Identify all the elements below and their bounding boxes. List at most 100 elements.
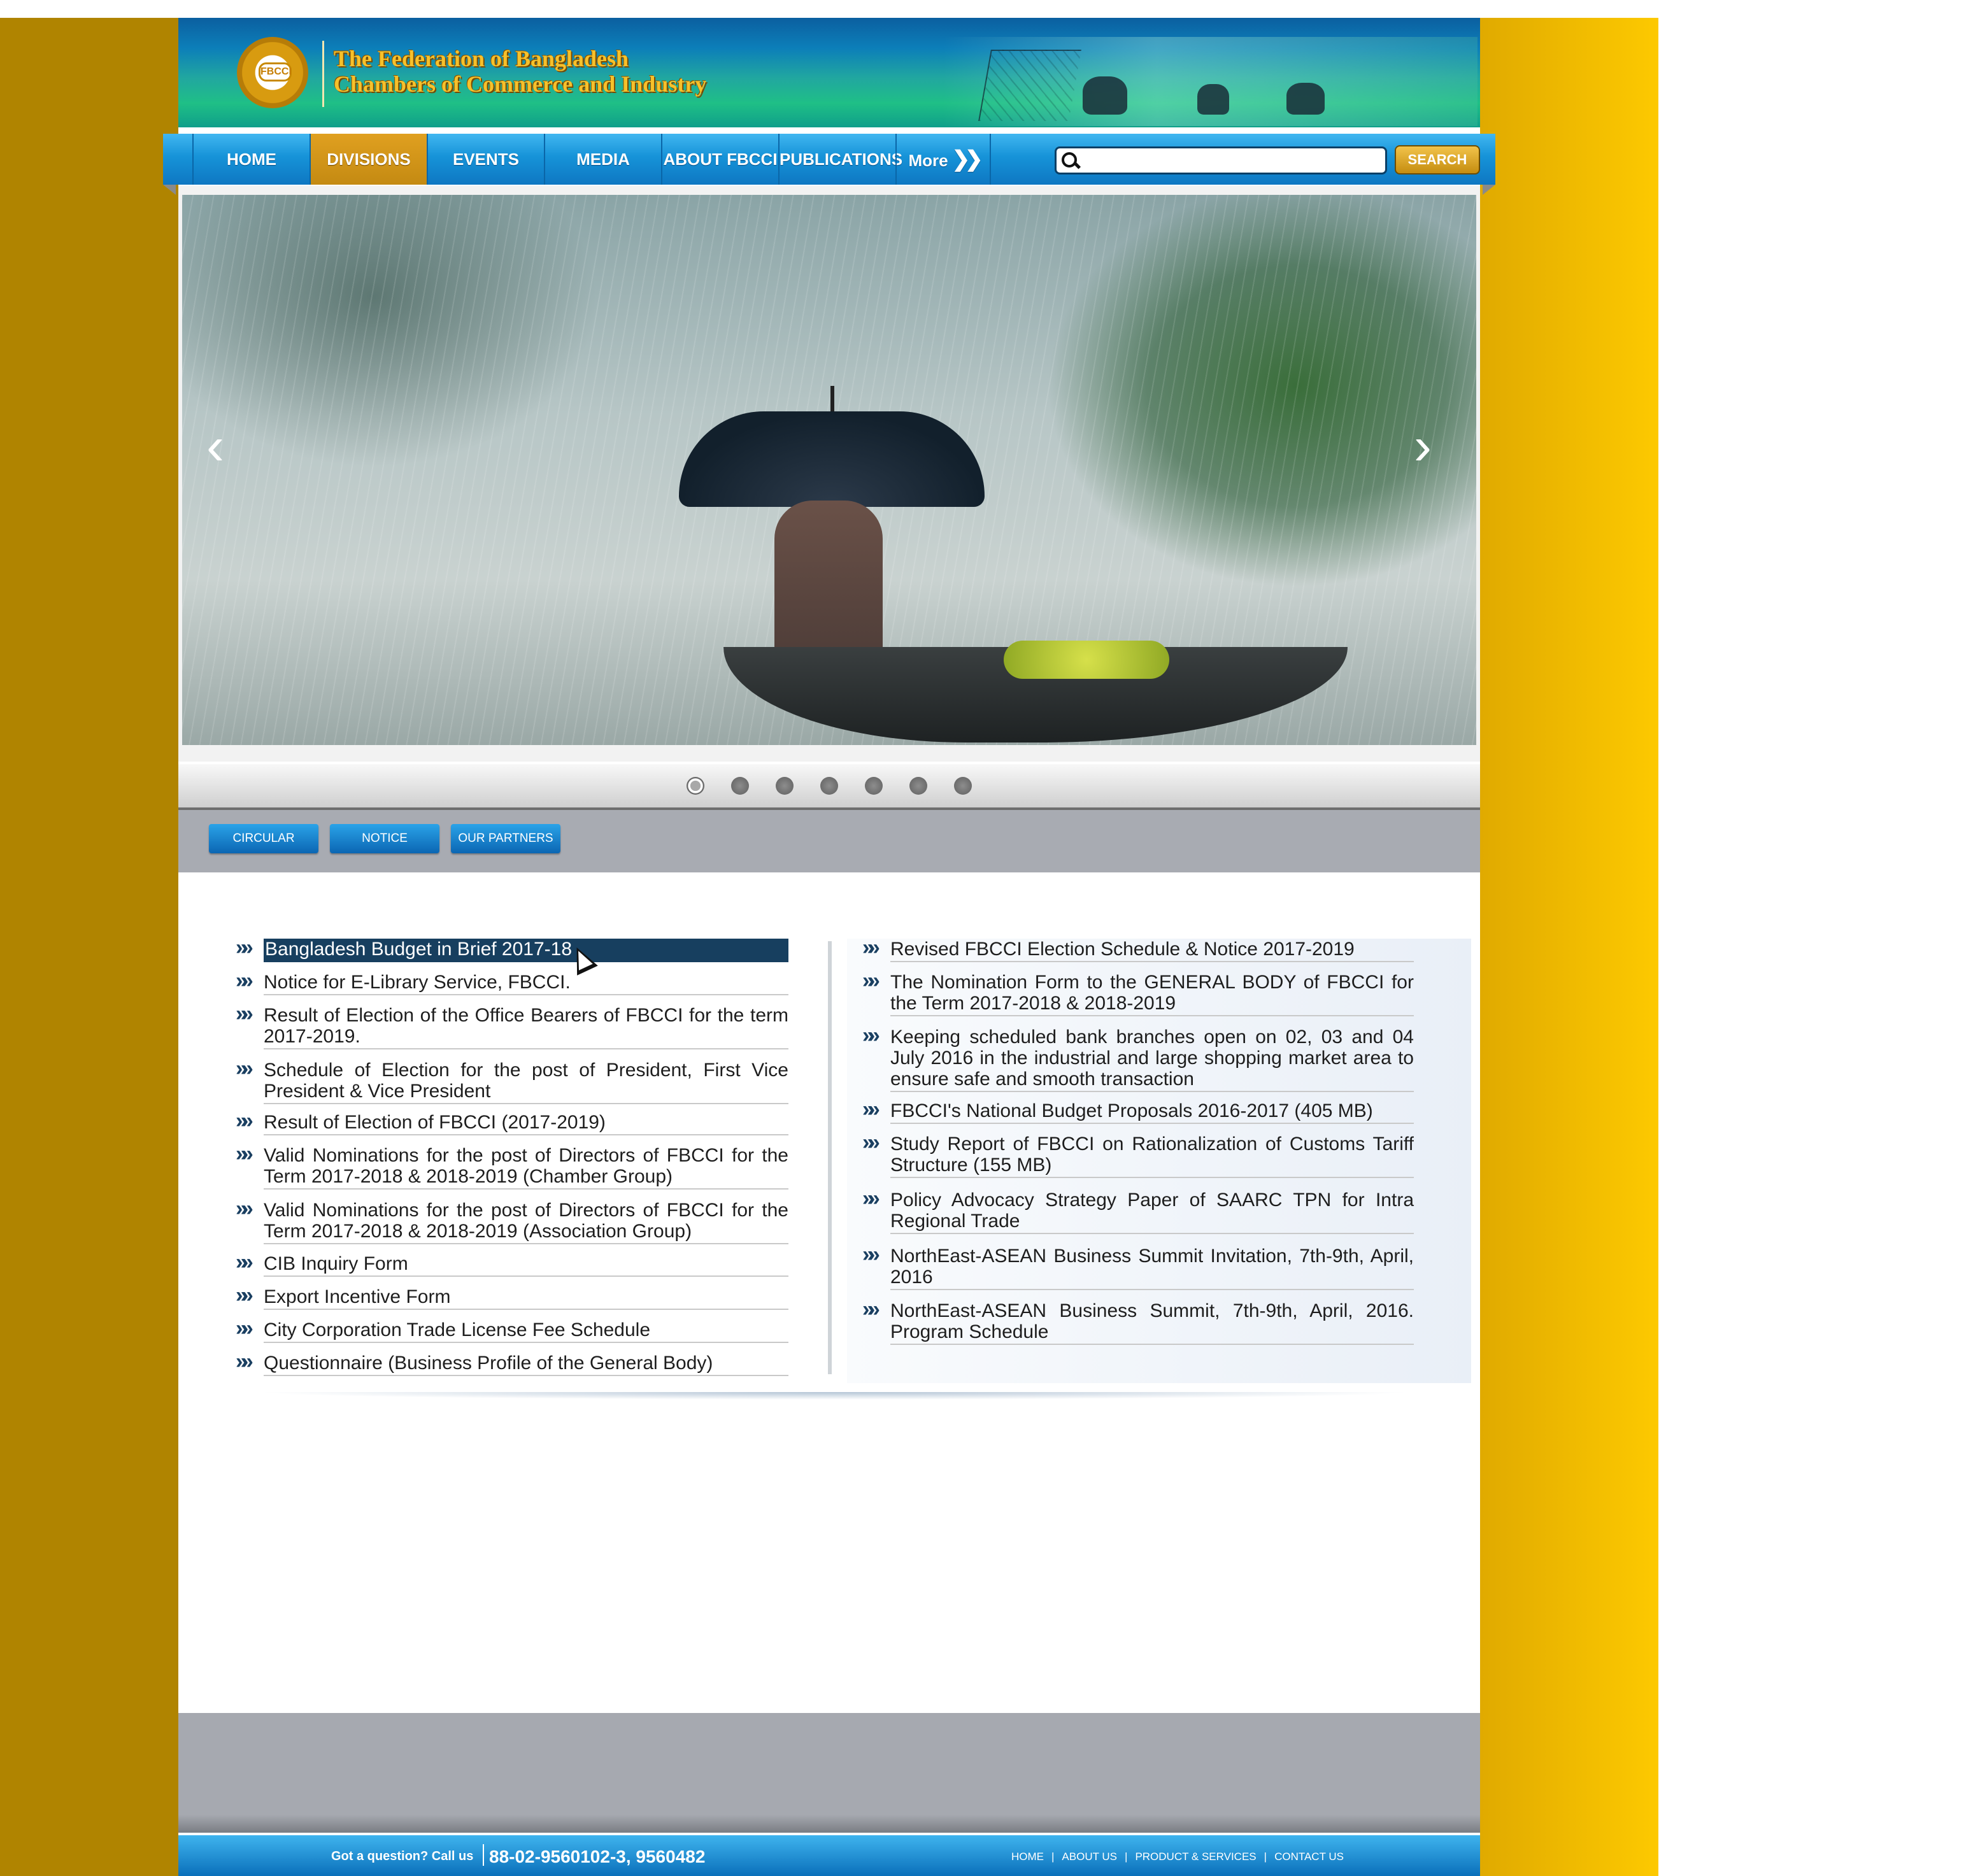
list-item-label: NorthEast-ASEAN Business Summit, 7th-9th… bbox=[890, 1300, 1414, 1345]
footer-link-about-us[interactable]: ABOUT US bbox=[1062, 1851, 1117, 1863]
double-chevron-right-icon: »» bbox=[862, 1242, 880, 1267]
double-chevron-right-icon: ❯❯ bbox=[951, 147, 983, 171]
nav-publications[interactable]: PUBLICATIONS bbox=[778, 134, 902, 185]
list-item[interactable]: »» Questionnaire (Business Profile of th… bbox=[236, 1351, 788, 1376]
site-footer: Got a question? Call us 88-02-9560102-3,… bbox=[178, 1835, 1480, 1876]
tab-notice[interactable]: NOTICE bbox=[330, 824, 439, 853]
slider-dot-2[interactable] bbox=[731, 777, 749, 795]
list-item-label: NorthEast-ASEAN Business Summit Invitati… bbox=[890, 1246, 1414, 1290]
double-chevron-right-icon: »» bbox=[862, 1130, 880, 1155]
double-chevron-right-icon: »» bbox=[236, 1056, 253, 1081]
organization-name-line-1: The Federation of Bangladesh bbox=[334, 46, 629, 71]
list-item-label: CIB Inquiry Form bbox=[264, 1253, 788, 1277]
fisherman-figure bbox=[1286, 83, 1325, 115]
footer-question-text: Got a question? Call us bbox=[331, 1849, 474, 1863]
nav-events[interactable]: EVENTS bbox=[427, 134, 544, 185]
logo-divider bbox=[322, 41, 324, 107]
list-item-label: Questionnaire (Business Profile of the G… bbox=[264, 1353, 788, 1376]
list-item[interactable]: »» Valid Nominations for the post of Dir… bbox=[236, 1143, 788, 1190]
column-divider bbox=[828, 941, 832, 1374]
list-item[interactable]: »» City Corporation Trade License Fee Sc… bbox=[236, 1318, 788, 1343]
footer-link-separator: | bbox=[1051, 1851, 1055, 1863]
double-chevron-right-icon: »» bbox=[236, 935, 253, 960]
double-chevron-right-icon: »» bbox=[862, 1023, 880, 1048]
umbrella bbox=[679, 411, 985, 507]
list-item[interactable]: »» Study Report of FBCCI on Rationalizat… bbox=[862, 1132, 1414, 1178]
nav-about-fbcci[interactable]: ABOUT FBCCI bbox=[661, 134, 778, 185]
double-chevron-right-icon: »» bbox=[236, 1316, 253, 1340]
footer-gray-band bbox=[178, 1713, 1480, 1833]
list-item[interactable]: »» Bangladesh Budget in Brief 2017-18 bbox=[236, 937, 788, 962]
page-background-right bbox=[1480, 18, 1658, 1876]
slider-dot-3[interactable] bbox=[776, 777, 794, 795]
double-chevron-right-icon: »» bbox=[236, 1197, 253, 1221]
footer-phone[interactable]: 88-02-9560102-3, 9560482 bbox=[489, 1847, 705, 1867]
list-item[interactable]: »» Revised FBCCI Election Schedule & Not… bbox=[862, 937, 1414, 962]
slider-dot-1[interactable] bbox=[687, 777, 704, 795]
content-bottom-shadow bbox=[204, 1392, 1465, 1409]
list-item[interactable]: »» FBCCI's National Budget Proposals 201… bbox=[862, 1098, 1414, 1124]
boat-cargo bbox=[1004, 641, 1169, 679]
footer-divider bbox=[483, 1844, 484, 1866]
hero-slide-image bbox=[182, 195, 1476, 745]
footer-link-separator: | bbox=[1125, 1851, 1128, 1863]
list-item[interactable]: »» Result of Election of FBCCI (2017-201… bbox=[236, 1110, 788, 1135]
double-chevron-right-icon: »» bbox=[862, 1186, 880, 1211]
slider-dot-7[interactable] bbox=[954, 777, 972, 795]
list-item[interactable]: »» NorthEast-ASEAN Business Summit, 7th-… bbox=[862, 1298, 1414, 1345]
search-button[interactable]: SEARCH bbox=[1395, 145, 1480, 174]
chevron-left-icon[interactable]: ‹ bbox=[206, 419, 232, 473]
double-chevron-right-icon: »» bbox=[236, 1283, 253, 1307]
list-item[interactable]: »» The Nomination Form to the GENERAL BO… bbox=[862, 970, 1414, 1016]
list-item[interactable]: »» Export Incentive Form bbox=[236, 1284, 788, 1310]
double-chevron-right-icon: »» bbox=[236, 1142, 253, 1166]
list-item[interactable]: »» Policy Advocacy Strategy Paper of SAA… bbox=[862, 1188, 1414, 1234]
footer-link-product-services[interactable]: PRODUCT & SERVICES bbox=[1135, 1851, 1256, 1863]
list-item-label: Notice for E-Library Service, FBCCI. bbox=[264, 972, 788, 995]
slider-dot-4[interactable] bbox=[820, 777, 838, 795]
list-item[interactable]: »» Keeping scheduled bank branches open … bbox=[862, 1025, 1414, 1092]
fisherman-figure bbox=[1083, 76, 1127, 115]
double-chevron-right-icon: »» bbox=[236, 1250, 253, 1274]
slider-dot-6[interactable] bbox=[909, 777, 927, 795]
fishing-net-illustration bbox=[978, 50, 1081, 121]
list-item-label: Keeping scheduled bank branches open on … bbox=[890, 1027, 1414, 1092]
footer-link-contact-us[interactable]: CONTACT US bbox=[1274, 1851, 1344, 1863]
organization-name-line-2: Chambers of Commerce and Industry bbox=[334, 71, 707, 97]
list-item-label: Revised FBCCI Election Schedule & Notice… bbox=[890, 939, 1414, 962]
list-item[interactable]: »» Result of Election of the Office Bear… bbox=[236, 1003, 788, 1049]
list-item-label: Export Incentive Form bbox=[264, 1286, 788, 1310]
nav-more[interactable]: More ❯❯ bbox=[895, 134, 991, 185]
list-item-label: Valid Nominations for the post of Direct… bbox=[264, 1145, 788, 1190]
nav-home[interactable]: HOME bbox=[192, 134, 310, 185]
fisherman-figure bbox=[1197, 84, 1229, 115]
list-item-label: Schedule of Election for the post of Pre… bbox=[264, 1060, 788, 1104]
double-chevron-right-icon: »» bbox=[236, 1109, 253, 1133]
footer-links: HOME | ABOUT US | PRODUCT & SERVICES | CONTACT… bbox=[1011, 1851, 1344, 1863]
list-item-label: FBCCI's National Budget Proposals 2016-2… bbox=[890, 1100, 1414, 1124]
fbcci-logo[interactable]: FBCCI bbox=[237, 37, 308, 108]
list-item-label: Valid Nominations for the post of Direct… bbox=[264, 1200, 788, 1244]
nav-media[interactable]: MEDIA bbox=[544, 134, 661, 185]
site-header: FBCCI The Federation of Bangladesh Chamb… bbox=[178, 18, 1480, 127]
list-item-label: City Corporation Trade License Fee Sched… bbox=[264, 1319, 788, 1343]
chevron-right-icon[interactable]: › bbox=[1414, 419, 1439, 473]
slider-dot-5[interactable] bbox=[865, 777, 883, 795]
nav-ribbon-fold-right bbox=[1483, 185, 1495, 195]
footer-link-home[interactable]: HOME bbox=[1011, 1851, 1044, 1863]
list-item[interactable]: »» NorthEast-ASEAN Business Summit Invit… bbox=[862, 1244, 1414, 1290]
search-field[interactable] bbox=[1055, 146, 1387, 174]
tab-circular[interactable]: CIRCULAR bbox=[209, 824, 318, 853]
list-item[interactable]: »» Valid Nominations for the post of Dir… bbox=[236, 1198, 788, 1244]
list-item[interactable]: »» Schedule of Election for the post of … bbox=[236, 1058, 788, 1104]
search-icon bbox=[1062, 152, 1077, 167]
page-top-strip bbox=[178, 0, 1480, 18]
double-chevron-right-icon: »» bbox=[862, 935, 880, 960]
nav-divisions[interactable]: DIVISIONS bbox=[310, 134, 427, 185]
search-input[interactable] bbox=[1082, 150, 1383, 171]
list-item[interactable]: »» CIB Inquiry Form bbox=[236, 1251, 788, 1277]
page-background-left bbox=[0, 18, 178, 1876]
list-item[interactable]: »» Notice for E-Library Service, FBCCI. bbox=[236, 970, 788, 995]
organization-name[interactable]: The Federation of Bangladesh Chambers of… bbox=[334, 46, 706, 97]
tab-our-partners[interactable]: OUR PARTNERS bbox=[451, 824, 560, 853]
